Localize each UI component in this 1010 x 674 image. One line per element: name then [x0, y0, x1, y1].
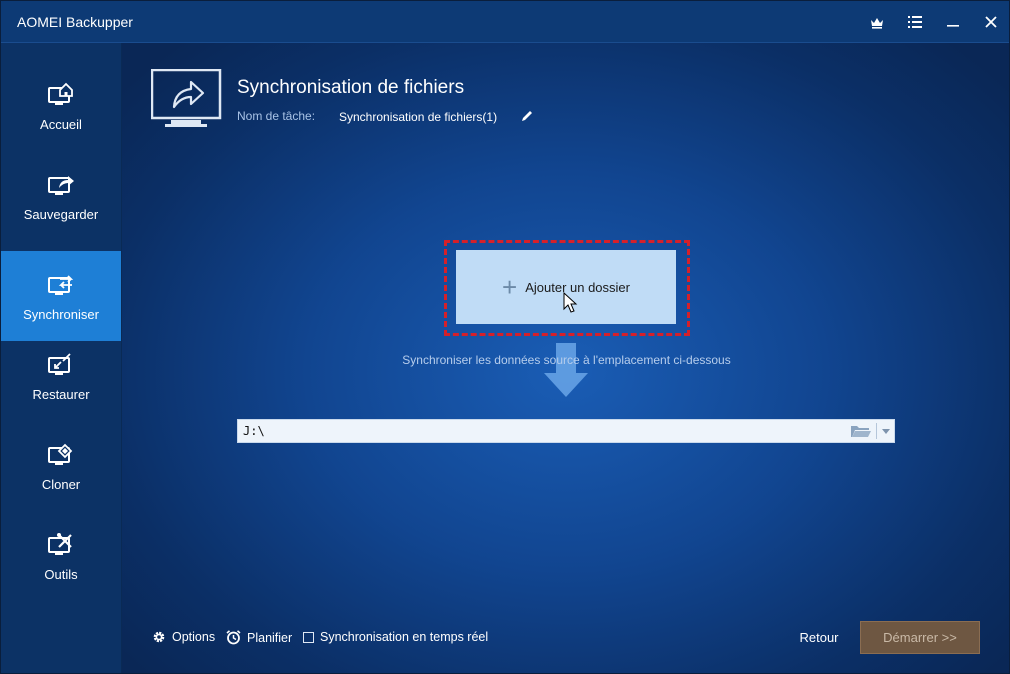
back-button[interactable]: Retour [794, 622, 844, 652]
task-name-label: Nom de tâche: [237, 109, 316, 123]
file-sync-header-icon [151, 69, 222, 127]
options-label: Options [172, 630, 216, 644]
destination-field[interactable]: J:\ [237, 419, 895, 443]
start-button[interactable]: Démarrer >> [860, 621, 980, 654]
sidebar-item-cloner[interactable]: Cloner [1, 421, 121, 511]
sidebar: Accueil Sauvegarder Synchroniser Restaur… [1, 43, 122, 673]
sidebar-item-restaurer[interactable]: Restaurer [1, 331, 121, 421]
backup-monitor-icon [48, 175, 74, 195]
sidebar-item-synchroniser[interactable]: Synchroniser [1, 251, 121, 341]
mouse-cursor-icon [563, 292, 578, 313]
alarm-clock-icon [226, 630, 241, 645]
sidebar-item-sauvegarder[interactable]: Sauvegarder [1, 151, 121, 241]
minimize-icon[interactable] [941, 10, 965, 34]
realtime-sync-label: Synchronisation en temps réel [320, 630, 489, 644]
options-button[interactable]: Options [152, 630, 215, 644]
sidebar-item-accueil[interactable]: Accueil [1, 61, 121, 151]
plus-icon: + [502, 272, 518, 302]
destination-value: J:\ [243, 424, 265, 438]
crown-icon[interactable] [865, 10, 889, 34]
tools-monitor-icon [48, 532, 72, 555]
app-window: AOMEI Backupper Accueil Sauvegarder Sync… [0, 0, 1010, 674]
sync-hint-text: Synchroniser les données source à l'empl… [402, 353, 731, 367]
page-title: Synchronisation de fichiers [237, 77, 465, 98]
restore-monitor-icon [48, 352, 71, 375]
down-arrow-icon [544, 343, 588, 397]
task-name-value: Synchronisation de fichiers(1) [339, 110, 498, 124]
home-monitor-icon [48, 82, 73, 105]
sidebar-item-outils[interactable]: Outils [1, 511, 121, 601]
sidebar-item-label: Accueil [40, 116, 82, 132]
sidebar-item-label: Synchroniser [23, 306, 99, 322]
gear-icon [153, 631, 165, 643]
schedule-button[interactable]: Planifier [226, 630, 292, 645]
realtime-sync-option[interactable]: Synchronisation en temps réel [303, 630, 488, 644]
main-panel: Synchronisation de fichiers Nom de tâche… [122, 43, 1009, 673]
sidebar-item-label: Cloner [41, 476, 81, 492]
close-icon[interactable] [979, 10, 1003, 34]
menu-icon[interactable] [903, 10, 927, 34]
sidebar-item-label: Restaurer [32, 386, 90, 402]
browse-folder-icon[interactable] [846, 420, 876, 442]
sync-monitor-icon [48, 274, 74, 295]
realtime-sync-checkbox[interactable] [303, 631, 314, 643]
clone-monitor-icon [48, 443, 73, 465]
pencil-icon[interactable] [520, 109, 534, 123]
sidebar-item-label: Sauvegarder [23, 206, 99, 222]
title-bar: AOMEI Backupper [1, 1, 1009, 43]
schedule-label: Planifier [247, 630, 293, 645]
app-title: AOMEI Backupper [17, 14, 133, 30]
sidebar-item-label: Outils [44, 566, 78, 582]
chevron-down-icon[interactable] [877, 420, 894, 442]
